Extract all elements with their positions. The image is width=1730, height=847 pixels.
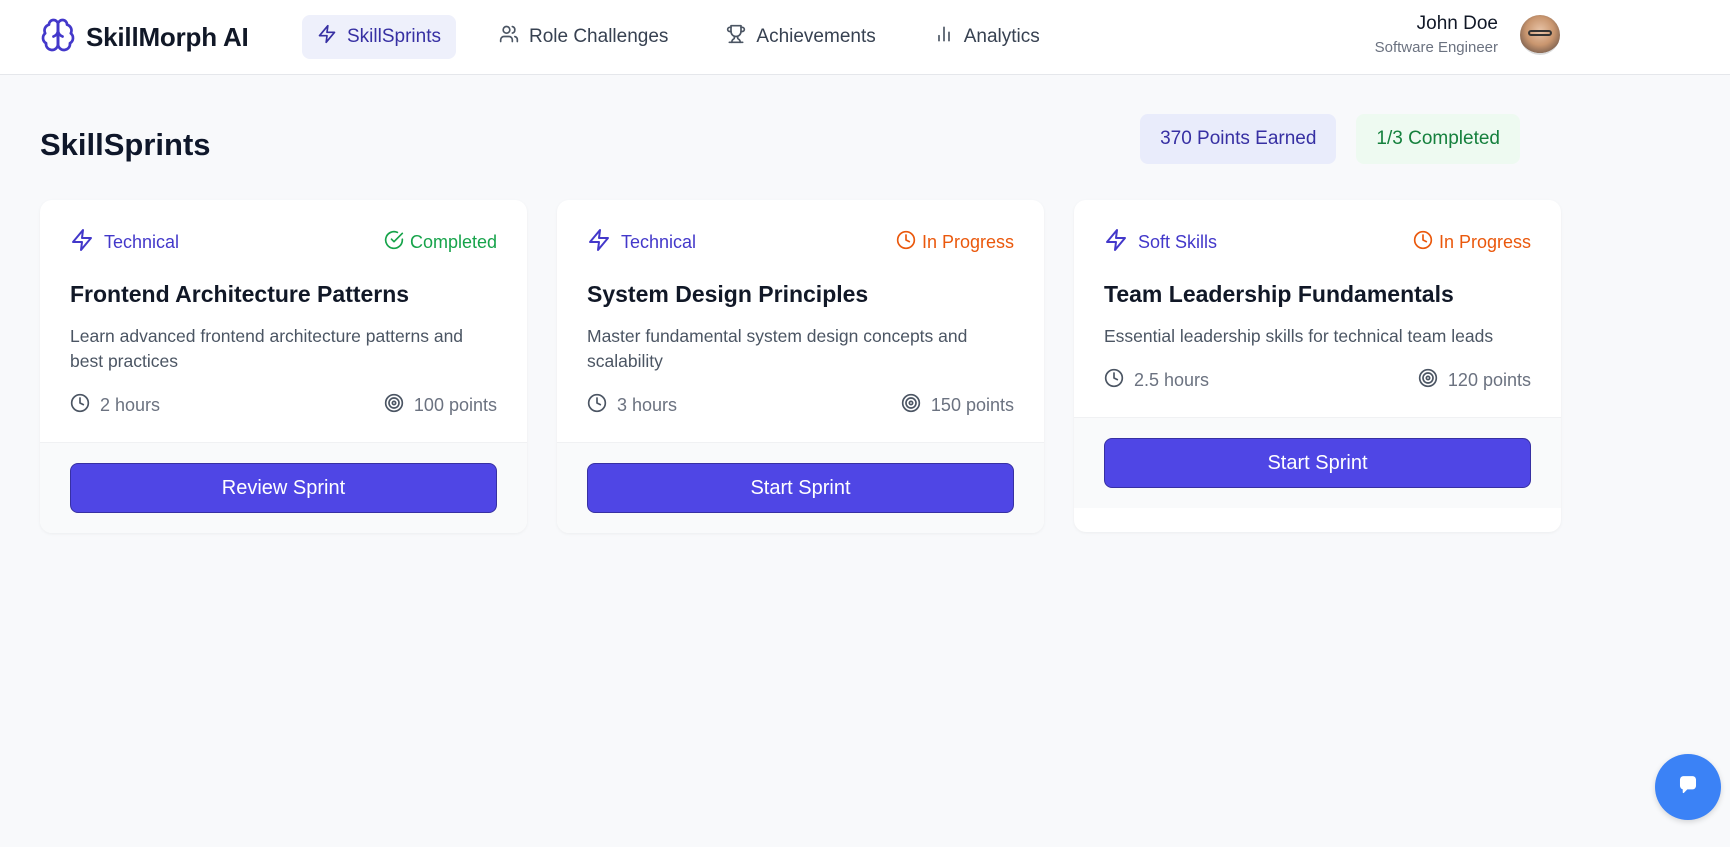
card-description: Essential leadership skills for technica… (1104, 326, 1494, 346)
title-row: SkillSprints 370 Points Earned 1/3 Compl… (40, 75, 1690, 200)
status-label: In Progress (921, 232, 1014, 252)
clock-icon (587, 393, 607, 418)
status-badge: In Progress (1413, 230, 1531, 255)
trophy-icon (726, 24, 746, 50)
clock-icon (1104, 368, 1124, 393)
duration-label: 2.5 hours (1134, 370, 1210, 390)
status-badge: Completed (384, 230, 497, 255)
user-role: Software Engineer (1374, 39, 1498, 56)
card-title: Team Leadership Fundamentals (1104, 281, 1454, 307)
points: 120 points (1418, 368, 1531, 393)
brand-name: SkillMorph AI (86, 21, 249, 52)
clock-icon (896, 230, 916, 255)
duration: 3 hours (587, 393, 677, 418)
status-label: Completed (409, 232, 497, 252)
completed-badge: 1/3 Completed (1356, 114, 1520, 164)
card-description: Learn advanced frontend architecture pat… (70, 326, 464, 371)
main-content: SkillSprints 370 Points Earned 1/3 Compl… (0, 75, 1730, 533)
top-navbar: SkillMorph AI SkillSprints Role Challeng… (0, 0, 1730, 75)
brand[interactable]: SkillMorph AI (40, 17, 302, 58)
clock-icon (70, 393, 90, 418)
sprint-card: Technical Completed Frontend Architectur… (40, 200, 527, 533)
nav-item-analytics[interactable]: Analytics (919, 15, 1055, 59)
duration: 2 hours (70, 393, 160, 418)
duration-label: 2 hours (100, 395, 161, 415)
clock-icon (1413, 230, 1433, 255)
points-badge: 370 Points Earned (1140, 114, 1337, 164)
points: 150 points (901, 393, 1014, 418)
page-title: SkillSprints (40, 127, 211, 162)
nav-item-label: SkillSprints (347, 26, 441, 47)
category-tag: Soft Skills (1104, 228, 1217, 257)
duration: 2.5 hours (1104, 368, 1209, 393)
start-sprint-button[interactable]: Start Sprint (587, 463, 1014, 513)
start-sprint-button[interactable]: Start Sprint (1104, 438, 1531, 488)
nav-item-label: Achievements (756, 26, 876, 47)
chat-button[interactable] (1655, 754, 1721, 820)
review-sprint-button[interactable]: Review Sprint (70, 463, 497, 513)
status-label: In Progress (1438, 232, 1531, 252)
points-label: 150 points (930, 395, 1014, 415)
bar-chart-icon (934, 24, 954, 50)
user-profile[interactable]: John Doe Software Engineer (1375, 13, 1560, 56)
lightning-icon (587, 228, 611, 257)
user-info: John Doe Software Engineer (1375, 13, 1498, 56)
duration-label: 3 hours (617, 395, 678, 415)
check-circle-icon (384, 230, 404, 255)
nav-item-label: Analytics (963, 26, 1040, 47)
lightning-icon (1104, 228, 1128, 257)
lightning-icon (317, 24, 337, 50)
card-title: System Design Principles (587, 281, 869, 307)
status-badge: In Progress (896, 230, 1014, 255)
users-icon (499, 24, 519, 50)
target-icon (384, 393, 404, 418)
card-description: Master fundamental system design concept… (587, 326, 968, 371)
target-icon (901, 393, 921, 418)
sprint-cards: Technical Completed Frontend Architectur… (40, 200, 1690, 533)
sprint-card: Soft Skills In Progress Team Leadership … (1074, 200, 1561, 532)
points: 100 points (384, 393, 497, 418)
lightning-icon (70, 228, 94, 257)
nav-item-role-challenges[interactable]: Role Challenges (484, 15, 683, 59)
category-label: Soft Skills (1138, 232, 1218, 252)
user-name: John Doe (1416, 13, 1498, 34)
points-label: 120 points (1447, 370, 1531, 390)
card-title: Frontend Architecture Patterns (70, 281, 410, 307)
brain-icon (40, 17, 76, 58)
chat-bubble-icon (1677, 774, 1699, 801)
nav-item-achievements[interactable]: Achievements (711, 15, 890, 59)
sprint-card: Technical In Progress System Design Prin… (557, 200, 1044, 533)
stats-badges: 370 Points Earned 1/3 Completed (1140, 114, 1520, 164)
main-nav: SkillSprints Role Challenges Achievement… (302, 15, 1055, 59)
avatar[interactable] (1520, 14, 1560, 55)
nav-item-skillsprints[interactable]: SkillSprints (302, 15, 456, 59)
category-label: Technical (104, 232, 180, 252)
category-tag: Technical (70, 228, 179, 257)
category-label: Technical (621, 232, 697, 252)
nav-item-label: Role Challenges (528, 26, 669, 47)
target-icon (1418, 368, 1438, 393)
category-tag: Technical (587, 228, 696, 257)
points-label: 100 points (413, 395, 497, 415)
